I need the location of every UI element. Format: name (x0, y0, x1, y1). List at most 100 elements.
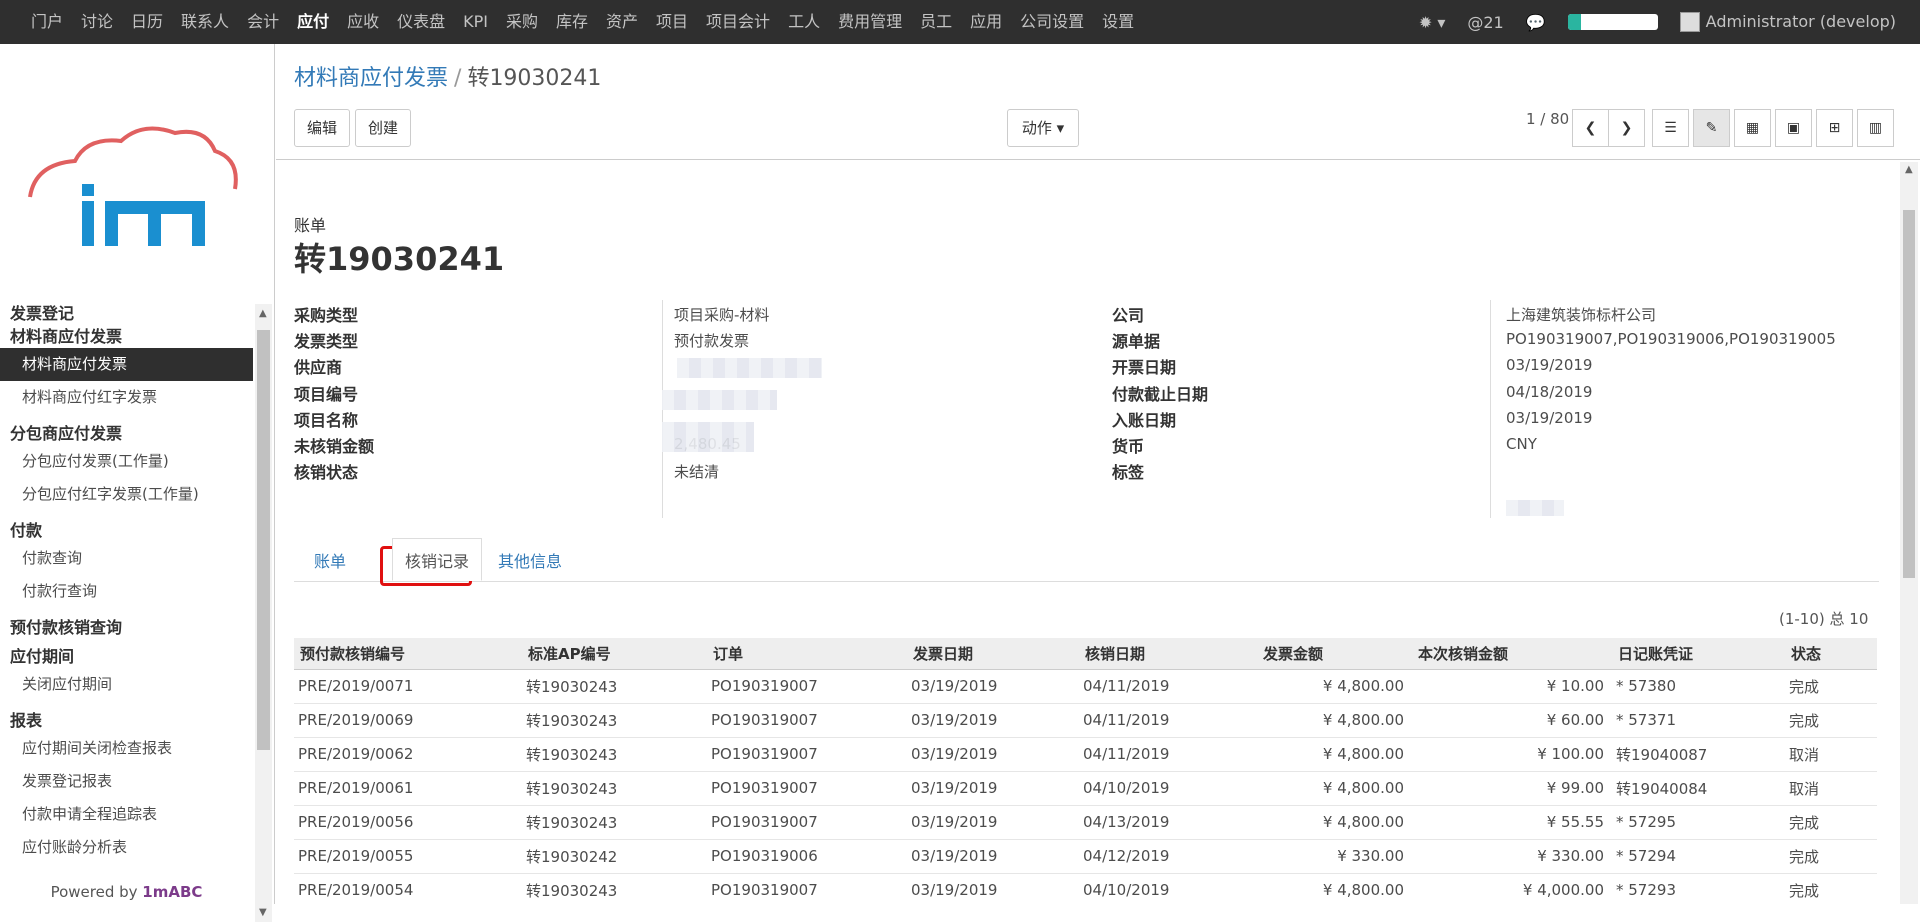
column-header[interactable]: 本次核销金额 (1412, 638, 1612, 670)
table-cell: 03/19/2019 (907, 737, 1079, 772)
chat-icon[interactable]: 💬 (1526, 13, 1546, 32)
breadcrumb-parent[interactable]: 材料商应付发票 (294, 66, 448, 91)
table-cell: PRE/2019/0071 (294, 669, 522, 704)
field-value: 上海建筑装饰标杆公司 (1506, 306, 1657, 324)
edit-button[interactable]: 编辑 (294, 109, 350, 147)
topnav-item[interactable]: 工人 (779, 0, 829, 44)
menu-section-header[interactable]: 应付期间 (0, 645, 253, 668)
topnav-item[interactable]: 项目会计 (697, 0, 779, 44)
table-cell: 03/19/2019 (907, 669, 1079, 704)
topnav-item[interactable]: 公司设置 (1011, 0, 1093, 44)
table-row[interactable]: PRE/2019/0056 转19030243 PO190319007 03/19/2… (294, 805, 1877, 840)
topnav-item[interactable]: 采购 (497, 0, 547, 44)
topnav-item[interactable]: 仪表盘 (388, 0, 454, 44)
table-cell: * 57380 (1612, 669, 1785, 704)
field-label: 发票类型 (294, 332, 359, 352)
table-cell: 完成 (1785, 669, 1877, 704)
list-view-icon[interactable]: ☰ (1652, 109, 1689, 147)
tab-1[interactable]: 核销记录 (392, 538, 483, 581)
menu-section-header[interactable]: 预付款核销查询 (0, 616, 253, 639)
column-header[interactable]: 订单 (707, 638, 907, 670)
topnav-item[interactable]: 门户 (22, 0, 72, 44)
sidebar-scrollbar[interactable]: ▲ ▼ (255, 304, 272, 922)
table-row[interactable]: PRE/2019/0055 转19030242 PO190319006 03/19/2… (294, 839, 1877, 874)
topnav-item[interactable]: 员工 (911, 0, 961, 44)
divider (1490, 300, 1491, 518)
mentions-counter[interactable]: @21 (1467, 13, 1503, 32)
topnav-item[interactable]: 应用 (961, 0, 1011, 44)
field-label: 源单据 (1112, 332, 1161, 352)
menu-section-header[interactable]: 分包商应付发票 (0, 422, 253, 445)
topnav-item[interactable]: 应收 (338, 0, 388, 44)
table-cell: ¥ 99.00 (1412, 771, 1612, 806)
topnav-item[interactable]: 讨论 (72, 0, 122, 44)
column-header[interactable]: 状态 (1785, 638, 1877, 670)
table-cell: ¥ 4,800.00 (1257, 873, 1412, 904)
user-menu[interactable]: Administrator (develop) (1679, 12, 1896, 33)
pivot-view-icon[interactable]: ⊞ (1816, 109, 1853, 147)
menu-section-header[interactable]: 发票登记 (0, 302, 253, 325)
table-row[interactable]: PRE/2019/0062 转19030243 PO190319007 03/19/2… (294, 737, 1877, 772)
column-header[interactable]: 预付款核销编号 (294, 638, 522, 670)
topnav-item[interactable]: 会计 (238, 0, 288, 44)
sidebar-item[interactable]: 应付账龄分析表 (0, 831, 253, 864)
sidebar-item[interactable]: 应付期间关闭检查报表 (0, 732, 253, 765)
notebook-tabs: 账单 核销记录 其他信息 (294, 538, 1879, 586)
menu-section-header[interactable]: 报表 (0, 709, 253, 732)
column-header[interactable]: 发票金额 (1257, 638, 1412, 670)
sidebar-item[interactable]: 分包应付发票(工作量) (0, 445, 253, 478)
graph-view-icon[interactable]: ▥ (1857, 109, 1894, 147)
sidebar-item[interactable]: 材料商应付发票 (0, 348, 253, 381)
doc-title: 转19030241 (294, 240, 505, 278)
table-cell: PRE/2019/0069 (294, 703, 522, 738)
field-label: 供应商 (294, 358, 343, 378)
sidebar-item[interactable]: 付款申请全程追踪表 (0, 798, 253, 831)
table-row[interactable]: PRE/2019/0054 转19030243 PO190319007 03/19/2… (294, 873, 1877, 904)
topnav-item[interactable]: 联系人 (172, 0, 238, 44)
sidebar-item[interactable]: 付款查询 (0, 542, 253, 575)
table-row[interactable]: PRE/2019/0061 转19030243 PO190319007 03/19/2… (294, 771, 1877, 806)
pager-next-button[interactable]: ❯ (1608, 109, 1645, 147)
menu-section-header[interactable]: 付款 (0, 519, 253, 542)
form-view-icon[interactable]: ✎ (1693, 109, 1730, 147)
table-row[interactable]: PRE/2019/0069 转19030243 PO190319007 03/19/2… (294, 703, 1877, 738)
column-header[interactable]: 标准AP编号 (522, 638, 707, 670)
column-header[interactable]: 发票日期 (907, 638, 1079, 670)
kanban-view-icon[interactable]: ▦ (1734, 109, 1771, 147)
topnav-item[interactable]: 资产 (597, 0, 647, 44)
topnav-item[interactable]: 库存 (547, 0, 597, 44)
form-scrollbar[interactable]: ▲ (1900, 162, 1918, 904)
topnav-item[interactable]: 日历 (122, 0, 172, 44)
table-cell: ¥ 330.00 (1257, 839, 1412, 874)
menu-section-header[interactable]: 材料商应付发票 (0, 325, 253, 348)
sidebar-item[interactable]: 分包应付红字发票(工作量) (0, 478, 253, 511)
topnav-item[interactable]: KPI (454, 0, 497, 44)
table-cell: ¥ 55.55 (1412, 805, 1612, 840)
breadcrumb-current: 转19030241 (467, 66, 602, 91)
sidebar-item[interactable]: 付款行查询 (0, 575, 253, 608)
create-button[interactable]: 创建 (355, 109, 411, 147)
table-cell: ¥ 4,800.00 (1257, 737, 1412, 772)
pager-previous-button[interactable]: ❮ (1572, 109, 1609, 147)
table-row[interactable]: PRE/2019/0071 转19030243 PO190319007 03/19/2… (294, 669, 1877, 704)
table-cell: 转19030243 (522, 669, 707, 704)
sidebar-item[interactable]: 关闭应付期间 (0, 668, 253, 701)
redacted-supplier (677, 358, 822, 378)
control-panel: 材料商应付发票 / 转19030241 编辑 创建 动作 ▾ 1 / 80 ❮ ❯ … (276, 44, 1920, 160)
calendar-view-icon[interactable]: ▣ (1775, 109, 1812, 147)
tab-0[interactable]: 账单 (314, 548, 346, 572)
table-cell: 转19040084 (1612, 771, 1785, 806)
sidebar-menu: 发票登记 材料商应付发票 材料商应付发票 材料商应付红字发票 分包商应付发票 分包应付发票… (0, 302, 253, 922)
action-dropdown[interactable]: 动作 ▾ (1007, 109, 1079, 147)
column-header[interactable]: 日记账凭证 (1612, 638, 1785, 670)
table-cell: PRE/2019/0054 (294, 873, 522, 904)
topnav-item[interactable]: 费用管理 (829, 0, 911, 44)
debug-icon[interactable]: ✹ ▾ (1419, 13, 1446, 32)
topnav-item[interactable]: 设置 (1093, 0, 1143, 44)
topnav-item[interactable]: 项目 (647, 0, 697, 44)
sidebar-item[interactable]: 材料商应付红字发票 (0, 381, 253, 414)
column-header[interactable]: 核销日期 (1079, 638, 1257, 670)
tab-2[interactable]: 其他信息 (498, 548, 562, 572)
sidebar-item[interactable]: 发票登记报表 (0, 765, 253, 798)
topnav-item[interactable]: 应付 (288, 0, 338, 44)
